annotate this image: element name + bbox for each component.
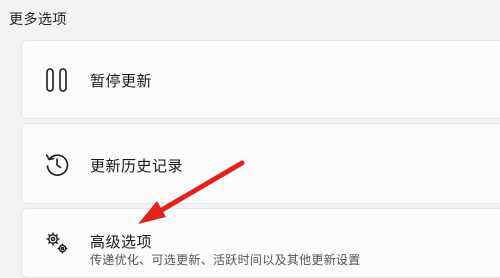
pause-updates-option[interactable]: 暂停更新 <box>21 40 500 119</box>
advanced-options-label: 高级选项 <box>90 233 153 251</box>
update-history-option[interactable]: 更新历史记录 <box>21 123 500 204</box>
update-history-label: 更新历史记录 <box>90 157 184 175</box>
gears-icon <box>44 230 70 256</box>
advanced-options-description: 传递优化、可选更新、活跃时间以及其他更新设置 <box>90 253 361 267</box>
pause-updates-label: 暂停更新 <box>90 72 153 90</box>
pause-icon <box>44 67 70 93</box>
advanced-options-option[interactable]: 高级选项 传递优化、可选更新、活跃时间以及其他更新设置 <box>21 208 500 278</box>
history-icon <box>44 151 70 177</box>
section-title: 更多选项 <box>9 12 67 28</box>
